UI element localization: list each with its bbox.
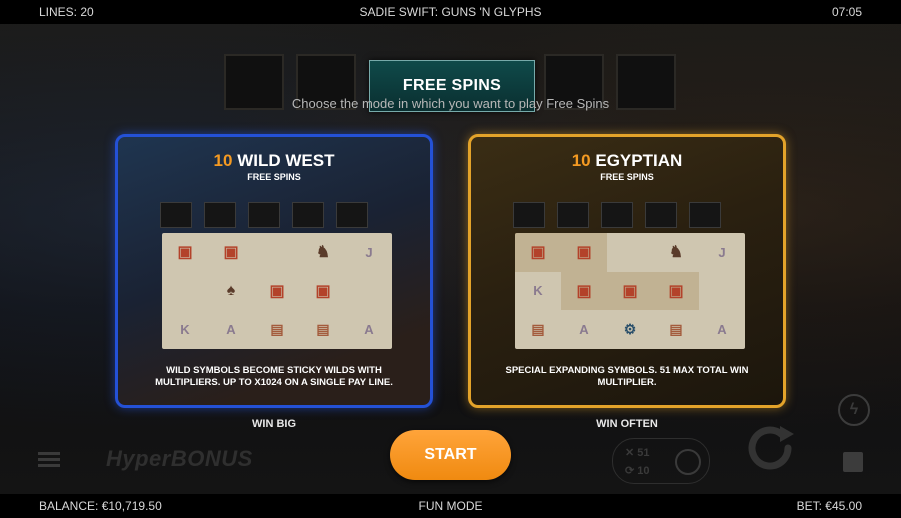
gun-icon: ⚙ [623,321,637,338]
clock: 07:05 [831,5,862,19]
mini-slot [645,202,677,228]
coin-stack-icon [675,449,701,475]
spin-icon[interactable] [742,420,798,476]
wild-west-reel-preview: ▣ ▣ ♞ J ♠ ▣ ▣ K A ▤ ▤ A [162,233,392,349]
mini-symbol-row [160,202,368,228]
chest-icon: ▣ [515,233,561,272]
symbol-k: K [533,283,543,299]
bet-value: €45.00 [825,499,862,513]
balance-value: €10,719.50 [101,499,162,513]
empty-cell [162,272,208,311]
mini-slot [513,202,545,228]
symbol-j: J [365,244,373,260]
symbol-a: A [364,322,374,338]
mini-slot [292,202,324,228]
mini-slot [689,202,721,228]
bottom-bar: BALANCE: €10,719.50 FUN MODE BET: €45.00 [0,494,901,518]
chest-icon: ▣ [561,271,607,311]
multiplier-display: ✕ 51 ⟳ 10 [612,438,710,484]
mini-slot [336,202,368,228]
egyptian-mode-card[interactable]: 10 EGYPTIAN FREE SPINS ▣ ▣ ♞ J K ▣ ▣ ▣ ▤… [468,134,786,408]
balance: BALANCE: €10,719.50 [39,499,162,513]
skull-icon: ♠ [226,281,236,299]
mini-slot [248,202,280,228]
empty-cell [346,272,392,311]
stop-icon[interactable] [843,452,863,472]
menu-icon[interactable] [38,452,60,468]
spin-count-value: ⟳ 10 [625,465,650,477]
chest-icon: ▣ [653,271,699,311]
egyptian-spin-count: 10 [571,151,591,170]
egyptian-title: 10 EGYPTIAN [471,151,783,171]
egyptian-footer: WIN OFTEN [596,418,658,430]
lightning-icon[interactable]: ϟ [838,394,870,426]
empty-cell [607,233,653,272]
egyptian-name: EGYPTIAN [595,151,683,170]
scroll-icon: ▤ [270,321,284,338]
egyptian-subtitle: FREE SPINS [600,172,654,182]
empty-cell [699,272,745,311]
hat-icon: ♞ [315,244,331,262]
chest-icon: ▣ [223,244,239,262]
symbol-a: A [579,322,589,338]
hyper-bonus-logo[interactable]: HyperBONUS [106,446,253,472]
empty-cell [254,233,300,272]
bet-label: BET: [796,499,822,513]
wild-west-name: WILD WEST [237,151,335,170]
chest-icon: ▣ [177,244,193,262]
bet: BET: €45.00 [797,499,862,513]
lines-label: LINES: 20 [39,5,94,19]
multiplier-value: ✕ 51 [625,447,650,459]
symbol-a: A [717,322,727,338]
mini-slot [160,202,192,228]
wild-west-mode-card[interactable]: 10 WILD WEST FREE SPINS ▣ ▣ ♞ J ♠ ▣ ▣ K … [115,134,433,408]
wild-west-description: WILD SYMBOLS BECOME STICKY WILDS WITH MU… [155,365,393,388]
mini-slot [557,202,589,228]
chest-icon: ▣ [607,271,653,311]
chest-icon: ▣ [561,233,607,272]
wild-west-title: 10 WILD WEST [118,151,430,171]
balance-label: BALANCE: [39,499,99,513]
mini-slot [601,202,633,228]
wild-west-footer: WIN BIG [252,418,296,430]
mini-slot [204,202,236,228]
chest-icon: ▣ [269,282,285,300]
top-bar: LINES: 20 SADIE SWIFT: GUNS 'N GLYPHS 07… [0,0,901,24]
egyptian-reel-preview: ▣ ▣ ♞ J K ▣ ▣ ▣ ▤ A ⚙ ▤ A [515,233,745,349]
chest-icon: ▣ [315,282,331,300]
symbol-a: A [226,322,236,338]
start-button[interactable]: START [390,430,511,480]
wild-west-spin-count: 10 [213,151,233,170]
symbol-j: J [718,244,726,260]
game-title: SADIE SWIFT: GUNS 'N GLYPHS [359,5,542,19]
mode-instruction: Choose the mode in which you want to pla… [291,96,610,111]
wild-west-subtitle: FREE SPINS [247,172,301,182]
scroll-icon: ▤ [316,321,330,338]
hat-icon: ♞ [668,244,684,262]
scroll-icon: ▤ [531,321,545,338]
scroll-icon: ▤ [669,321,683,338]
mini-symbol-row [513,202,721,228]
symbol-k: K [180,322,190,338]
egyptian-description: SPECIAL EXPANDING SYMBOLS. 51 MAX TOTAL … [505,365,749,388]
